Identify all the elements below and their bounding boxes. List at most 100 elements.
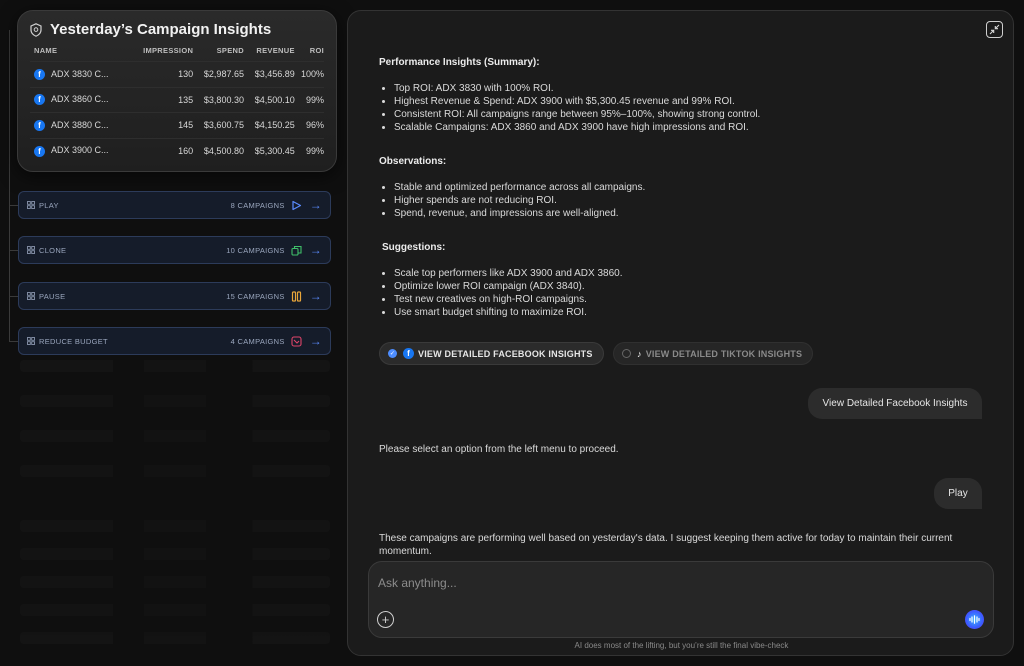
add-attachment-button[interactable]: + [377, 611, 394, 628]
voice-wave-icon [969, 615, 980, 624]
campaign-name-cell: f ADX 3860 C... [30, 86, 130, 113]
campaign-insights-card: Yesterday’s Campaign Insights NAME IMPRE… [17, 10, 337, 172]
roi-cell: 96% [294, 112, 324, 138]
collapse-button[interactable] [986, 21, 1003, 38]
assistant-message: Please select an option from the left me… [379, 444, 619, 455]
reduce-budget-icon [291, 335, 302, 347]
suggestions-list: Scale top performers like ADX 3900 and A… [394, 267, 979, 319]
summary-list: Top ROI: ADX 3830 with 100% ROI. Highest… [394, 82, 979, 134]
facebook-icon: f [403, 348, 414, 359]
background-row [20, 520, 330, 532]
arrow-right-icon[interactable]: → [310, 198, 322, 212]
impression-cell: 160 [129, 137, 194, 164]
disclaimer-text: AI does most of the lifting, but you’re … [574, 641, 789, 650]
user-message-text: Play [948, 488, 968, 499]
background-row [20, 395, 330, 407]
list-item: Highest Revenue & Spend: ADX 3900 with $… [394, 95, 979, 108]
facebook-icon: f [34, 119, 45, 131]
play-icon [292, 200, 301, 210]
background-row [20, 632, 330, 644]
action-clone[interactable]: CLONE 10 CAMPAIGNS → [18, 236, 331, 264]
campaign-count: 10 CAMPAIGNS [226, 245, 285, 255]
spend-cell: $2,987.65 [193, 61, 244, 87]
background-row [20, 360, 330, 372]
background-row [20, 576, 330, 588]
action-reduce-budget[interactable]: REDUCE BUDGET 4 CAMPAIGNS → [18, 327, 331, 355]
card-header: Yesterday’s Campaign Insights [30, 21, 324, 38]
spend-cell: $3,600.75 [193, 112, 244, 138]
facebook-icon: f [34, 145, 45, 157]
action-label: CLONE [39, 245, 67, 255]
table-row[interactable]: f ADX 3900 C... 160 $4,500.80 $5,300.45 9… [30, 137, 324, 164]
radio-unselected-icon [622, 349, 631, 358]
action-pause[interactable]: PAUSE 15 CAMPAIGNS → [18, 282, 331, 310]
list-item: Scalable Campaigns: ADX 3860 and ADX 390… [394, 121, 979, 134]
user-message: Play [934, 478, 982, 509]
clone-icon [291, 245, 302, 256]
message-composer: + [368, 561, 994, 638]
roi-cell: 100% [294, 61, 324, 87]
grid-icon [27, 292, 35, 300]
chat-panel: Performance Insights (Summary): Top ROI:… [347, 10, 1014, 656]
action-label: PAUSE [39, 291, 66, 301]
tree-branch [9, 205, 18, 206]
list-item: Higher spends are not reducing ROI. [394, 194, 979, 207]
list-item: Consistent ROI: All campaigns range betw… [394, 108, 979, 121]
spend-cell: $4,500.80 [193, 137, 244, 164]
summary-title: Performance Insights (Summary): [379, 57, 540, 68]
list-item: Scale top performers like ADX 3900 and A… [394, 267, 979, 280]
table-header-row: NAME IMPRESSION SPEND REVENUE ROI [30, 44, 324, 62]
table-row[interactable]: f ADX 3860 C... 135 $3,800.30 $4,500.10 9… [30, 86, 324, 113]
impression-cell: 135 [129, 86, 194, 113]
campaign-name-cell: f ADX 3900 C... [30, 137, 130, 164]
facebook-icon: f [34, 68, 45, 80]
background-row [20, 604, 330, 616]
arrow-right-icon[interactable]: → [310, 243, 322, 257]
action-label: PLAY [39, 200, 59, 210]
background-row [20, 430, 330, 442]
table-row[interactable]: f ADX 3830 C... 130 $2,987.65 $3,456.89 1… [30, 61, 324, 87]
table-row[interactable]: f ADX 3880 C... 145 $3,600.75 $4,150.25 9… [30, 112, 324, 138]
campaign-name-cell: f ADX 3880 C... [30, 112, 130, 138]
plus-icon: + [381, 612, 390, 627]
revenue-cell: $5,300.45 [243, 137, 295, 164]
impression-cell: 130 [129, 61, 194, 87]
assistant-message: These campaigns are performing well base… [379, 533, 953, 557]
column-roi: ROI [309, 46, 324, 55]
tiktok-insights-option[interactable]: ♪ VIEW DETAILED TIKTOK INSIGHTS [613, 342, 814, 365]
arrow-right-icon[interactable]: → [310, 334, 322, 348]
campaign-table: NAME IMPRESSION SPEND REVENUE ROI f ADX 3… [30, 44, 324, 164]
action-label: REDUCE BUDGET [39, 336, 108, 346]
action-play[interactable]: PLAY 8 CAMPAIGNS → [18, 191, 331, 219]
option-label: VIEW DETAILED TIKTOK INSIGHTS [645, 348, 803, 359]
campaign-count: 8 CAMPAIGNS [230, 200, 285, 210]
roi-cell: 99% [294, 137, 324, 164]
arrow-right-icon[interactable]: → [310, 289, 322, 303]
column-impression: IMPRESSION [143, 46, 194, 55]
list-item: Spend, revenue, and impressions are well… [394, 207, 979, 220]
card-title: Yesterday’s Campaign Insights [50, 21, 272, 38]
campaign-name-cell: f ADX 3830 C... [30, 61, 130, 87]
campaign-name: ADX 3880 C... [51, 119, 109, 130]
revenue-cell: $4,150.25 [243, 112, 295, 138]
campaign-name: ADX 3860 C... [51, 94, 109, 105]
chat-input[interactable] [378, 576, 938, 590]
facebook-insights-option[interactable]: ✓ f VIEW DETAILED FACEBOOK INSIGHTS [379, 342, 604, 365]
background-row [20, 465, 330, 477]
list-item: Stable and optimized performance across … [394, 181, 979, 194]
column-spend: SPEND [216, 46, 244, 55]
user-message: View Detailed Facebook Insights [808, 388, 982, 419]
observations-list: Stable and optimized performance across … [394, 181, 979, 220]
collapse-icon [989, 24, 1000, 35]
shield-badge-icon [30, 22, 42, 37]
radio-selected-icon: ✓ [388, 349, 397, 358]
pause-icon [291, 290, 301, 302]
voice-input-button[interactable] [965, 610, 984, 629]
list-item: Top ROI: ADX 3830 with 100% ROI. [394, 82, 979, 95]
campaign-name: ADX 3900 C... [51, 145, 109, 156]
observations-title: Observations: [379, 156, 447, 167]
background-row [20, 548, 330, 560]
suggestions-title: Suggestions: [382, 242, 446, 253]
list-item: Test new creatives on high-ROI campaigns… [394, 293, 979, 306]
revenue-cell: $3,456.89 [243, 61, 295, 87]
